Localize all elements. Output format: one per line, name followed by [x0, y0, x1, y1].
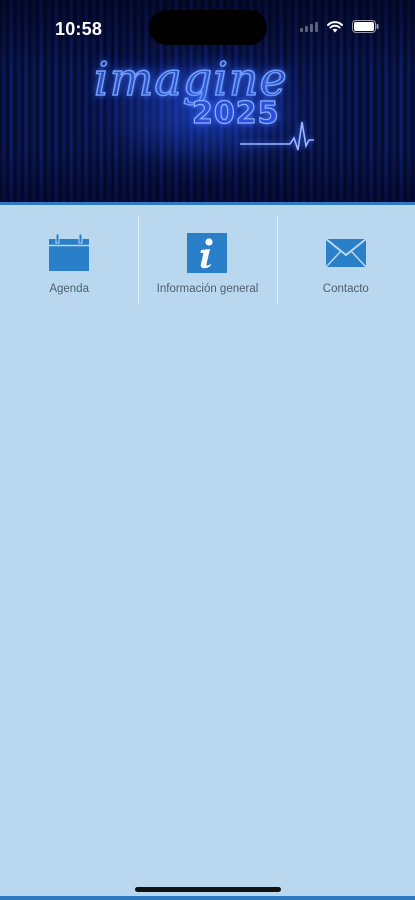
dynamic-island [149, 10, 267, 45]
imagine-2025-logo: imagine 2025 [88, 51, 328, 160]
home-indicator[interactable] [135, 887, 281, 892]
bottom-accent-bar [0, 896, 415, 900]
wifi-icon [327, 21, 343, 33]
menu-label-contacto: Contacto [322, 283, 369, 295]
menu-label-informacion-general: Información general [156, 283, 259, 295]
battery-icon [352, 20, 379, 33]
menu-item-agenda[interactable]: Agenda [0, 205, 138, 305]
main-menu: Agenda Información general Contacto [0, 205, 415, 305]
signal-icon [300, 21, 318, 32]
menu-label-agenda: Agenda [49, 283, 89, 295]
calendar-icon [48, 233, 90, 273]
heartbeat-line-icon [240, 121, 314, 151]
menu-item-contacto[interactable]: Contacto [276, 205, 415, 305]
info-icon [186, 233, 228, 273]
status-icons [300, 20, 379, 33]
menu-item-informacion-general[interactable]: Información general [138, 205, 276, 305]
envelope-icon [325, 233, 367, 273]
status-time: 10:58 [55, 19, 103, 39]
